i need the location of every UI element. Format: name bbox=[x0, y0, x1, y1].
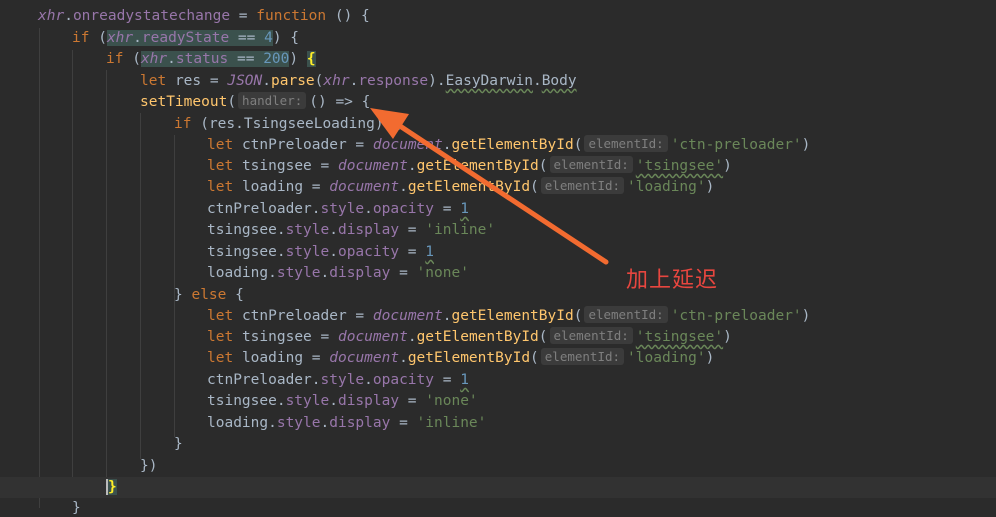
code-editor[interactable]: xhr.onreadystatechange = function () { i… bbox=[0, 0, 996, 517]
annotation-label: 加上延迟 bbox=[626, 268, 719, 293]
annotation-arrow-icon bbox=[370, 108, 609, 265]
